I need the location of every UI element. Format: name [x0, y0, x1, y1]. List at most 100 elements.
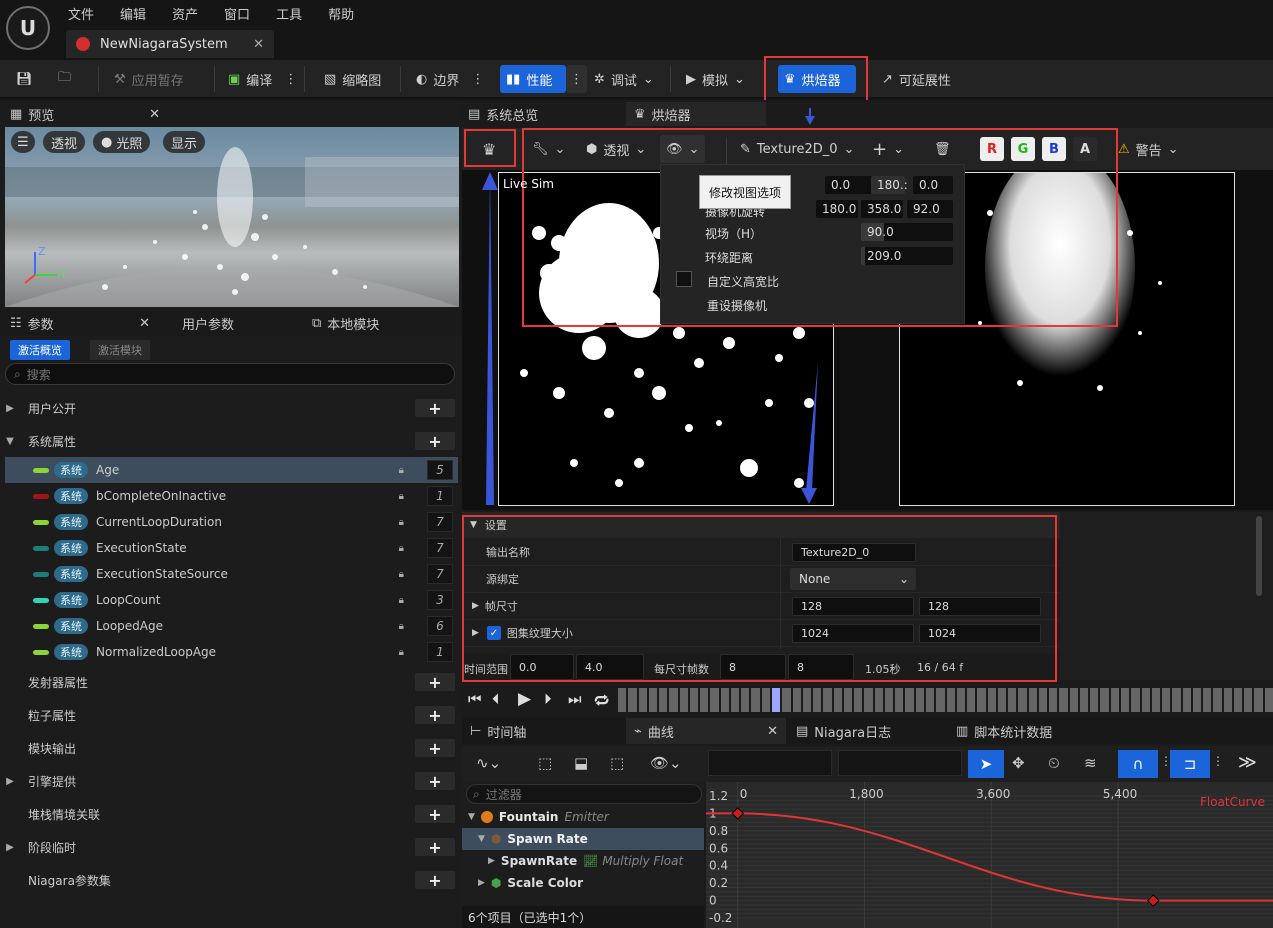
play-icon[interactable]: ▶: [518, 689, 531, 709]
frame-cell[interactable]: [997, 688, 1007, 712]
frame-cell[interactable]: [864, 688, 873, 712]
menu-window[interactable]: 窗口: [224, 4, 250, 23]
frame-height-field[interactable]: 128: [919, 597, 1041, 616]
frame-cell[interactable]: [628, 688, 637, 712]
performance-button[interactable]: ▮▮ 性能: [500, 65, 566, 93]
channel-a-toggle[interactable]: A: [1073, 137, 1097, 161]
channel-r-toggle[interactable]: R: [980, 137, 1004, 161]
source-binding-select[interactable]: None ⌄: [790, 568, 916, 590]
frame-vertical-icon[interactable]: ⬓: [574, 754, 588, 772]
tree-item-emitter[interactable]: ▼ Fountain Emitter: [462, 806, 704, 828]
menu-edit[interactable]: 编辑: [120, 4, 146, 23]
add-texture-button[interactable]: + ⌄: [866, 135, 910, 163]
apply-cache-button[interactable]: ⚒ 应用暂存: [108, 65, 190, 93]
frame-cell[interactable]: [679, 688, 688, 712]
frame-cell[interactable]: [843, 688, 853, 712]
reset-camera-button[interactable]: 重设摄像机: [707, 297, 767, 314]
scalability-button[interactable]: ↗ 可延展性: [876, 65, 957, 93]
category-row[interactable]: 发射器属性 +: [0, 668, 462, 696]
settings-scrollbar[interactable]: [1256, 516, 1262, 596]
tab-script-stats[interactable]: ▥ 脚本统计数据: [956, 718, 1052, 744]
skip-start-icon[interactable]: ⏮: [468, 690, 482, 708]
tab-active-overview[interactable]: 激活概览: [10, 340, 70, 360]
search-input[interactable]: 搜索: [27, 366, 51, 383]
frame-cell[interactable]: [1008, 688, 1017, 712]
menu-tools[interactable]: 工具: [276, 4, 302, 23]
menu-help[interactable]: 帮助: [328, 4, 354, 23]
frame-cell[interactable]: [946, 688, 955, 712]
settings-dropdown[interactable]: 🔧︎ ⌄: [526, 135, 571, 163]
perspective-dropdown[interactable]: ⬢ 透视 ⌄: [580, 135, 652, 163]
frame-cell[interactable]: [720, 688, 729, 712]
eye-icon[interactable]: 👁︎⌄: [650, 754, 682, 772]
frame-cell[interactable]: [925, 688, 935, 712]
frame-selection-icon[interactable]: ⬚: [538, 754, 552, 772]
step-back-icon[interactable]: ⏴: [492, 690, 500, 708]
transform-tool-icon[interactable]: ✥: [1012, 754, 1025, 772]
aspect-ratio-checkbox[interactable]: [676, 271, 692, 287]
frames-y-field[interactable]: 8: [788, 654, 854, 680]
param-row[interactable]: 系统 LoopCount 🔒︎ 3: [5, 587, 458, 613]
tab-niagara-log[interactable]: ▤ Niagara日志: [796, 718, 891, 744]
frame-cell[interactable]: [1192, 688, 1202, 712]
frame-cell[interactable]: [936, 688, 945, 712]
texture-dropdown[interactable]: ✎ Texture2D_0 ⌄: [734, 135, 860, 163]
retime-tool-icon[interactable]: ⏲: [1048, 754, 1060, 772]
add-button[interactable]: +: [415, 739, 455, 758]
multi-scale-tool-icon[interactable]: ≋: [1084, 754, 1097, 772]
skip-end-icon[interactable]: ⏭: [568, 690, 582, 708]
frame-cell[interactable]: [987, 688, 996, 712]
frame-cell[interactable]: [802, 688, 812, 712]
frame-cell[interactable]: [1254, 688, 1263, 712]
param-row[interactable]: 系统 ExecutionState 🔒︎ 7: [5, 535, 458, 561]
frame-cell[interactable]: [1059, 688, 1068, 712]
camera-pos-x-field[interactable]: 0.0: [825, 176, 875, 194]
debug-button[interactable]: ✲ 调试 ⌄: [588, 65, 660, 93]
params-search[interactable]: ⌕ 搜索: [5, 363, 455, 385]
add-button[interactable]: +: [415, 432, 455, 451]
atlas-height-field[interactable]: 1024: [919, 624, 1041, 643]
camera-rot-y-field[interactable]: 358.0: [861, 200, 903, 218]
tab-user-parameters[interactable]: 用户参数: [182, 310, 234, 336]
frame-cell[interactable]: [905, 688, 914, 712]
time-end-field[interactable]: 4.0: [576, 654, 644, 680]
close-icon[interactable]: ✕: [139, 316, 150, 331]
frame-cell[interactable]: [771, 688, 781, 712]
frame-cell[interactable]: [854, 688, 863, 712]
add-button[interactable]: +: [415, 805, 455, 824]
category-system-attributes[interactable]: ▼ 系统属性 +: [0, 427, 462, 455]
snap-value-icon[interactable]: ∩: [1118, 750, 1158, 778]
frame-cell[interactable]: [1223, 688, 1232, 712]
save-button[interactable]: 💾︎: [10, 65, 39, 93]
key-time-field[interactable]: [708, 750, 832, 776]
loop-icon[interactable]: 🔁︎: [594, 690, 609, 712]
tab-system-overview[interactable]: ▤ 系统总览: [468, 102, 538, 126]
param-row[interactable]: 系统 NormalizedLoopAge 🔒︎ 1: [5, 639, 458, 665]
frame-cell[interactable]: [1182, 688, 1191, 712]
channel-g-toggle[interactable]: G: [1011, 137, 1035, 161]
param-value[interactable]: 7: [427, 564, 453, 584]
frame-cell[interactable]: [1069, 688, 1078, 712]
camera-rot-x-field[interactable]: 180.0: [816, 200, 858, 218]
frame-cell[interactable]: [1028, 688, 1037, 712]
curve-filter[interactable]: ⌕ 过滤器: [466, 784, 702, 804]
param-value[interactable]: 7: [427, 512, 453, 532]
frame-cell[interactable]: [967, 688, 976, 712]
category-row[interactable]: ▶ 阶段临时 +: [0, 833, 462, 861]
frame-cell[interactable]: [956, 688, 966, 712]
frame-cell[interactable]: [1203, 688, 1212, 712]
warning-dropdown[interactable]: ⚠ 警告 ⌄: [1112, 135, 1185, 163]
frame-cell[interactable]: [895, 688, 904, 712]
frame-cell[interactable]: [1233, 688, 1243, 712]
chevron-right-icon[interactable]: ▶: [472, 601, 479, 611]
frame-cell[interactable]: [1162, 688, 1171, 712]
curve-graph[interactable]: 01,8003,6005,4001.210.80.60.40.20-0.2Flo…: [706, 782, 1273, 928]
frame-cell[interactable]: [730, 688, 740, 712]
settings-header[interactable]: ▼ 设置: [462, 512, 1060, 538]
snap-time-icon[interactable]: ⊐: [1170, 750, 1210, 778]
frame-cell[interactable]: [638, 688, 647, 712]
add-button[interactable]: +: [415, 673, 455, 692]
param-row[interactable]: 系统 bCompleteOnInactive 🔒︎ 1: [5, 483, 458, 509]
frame-cell[interactable]: [1151, 688, 1161, 712]
frame-cell[interactable]: [700, 688, 709, 712]
